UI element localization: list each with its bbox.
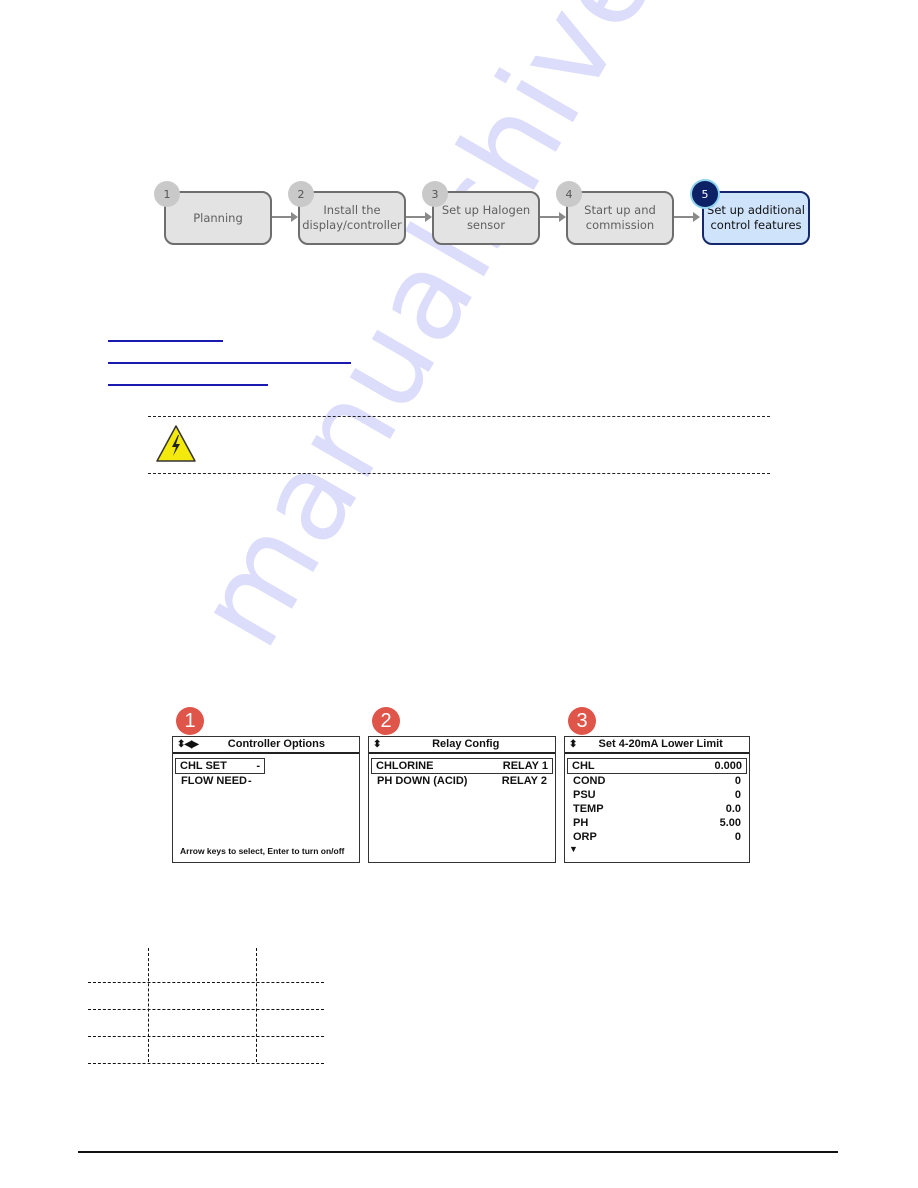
step-number: 4 [556,181,582,207]
link-1[interactable] [108,340,223,342]
electrical-hazard-icon [154,423,198,469]
screen-title: Set 4-20mA Lower Limit [598,738,723,750]
limit-row[interactable]: TEMP 0.0 [567,802,747,816]
step-label: Planning [193,210,243,225]
table-rule [88,1063,324,1064]
table-divider [256,948,257,1062]
workflow-step-commission: 4 Start up and commission [556,181,674,245]
table-rule [88,982,324,983]
step-number: 3 [422,181,448,207]
workflow-diagram: 1 Planning 2 Install the display/controll… [150,176,830,256]
table-rule [88,1009,324,1010]
step-label: sensor [466,218,506,232]
workflow-step-sensor: 3 Set up Halogen sensor [422,181,540,245]
step-label: Set up additional [707,203,805,217]
step-number: 5 [692,181,718,207]
up-down-arrows-icon: ⬍ [373,739,381,750]
arrow-icon [540,212,566,222]
relay-row[interactable]: CHLORINE RELAY 1 [371,758,553,774]
table-divider [148,948,149,1062]
step-label: Set up Halogen [441,203,531,217]
footer-rule [78,1151,838,1153]
limit-row[interactable]: COND 0 [567,774,747,788]
option-row[interactable]: FLOW NEED - [175,774,259,788]
screen-title: Relay Config [432,738,500,750]
arrow-icon [272,212,298,222]
screen-title: Controller Options [227,738,325,750]
limit-row[interactable]: CHL 0.000 [567,758,747,774]
dashed-table [88,948,324,1064]
step-label: display/controller [302,218,402,232]
arrow-icon [674,212,700,222]
screen-instructions: Arrow keys to select, Enter to turn on/o… [180,846,345,856]
step-label: commission [585,218,655,232]
step-number: 1 [154,181,180,207]
workflow-step-additional-features: 5 Set up additional control features [692,181,810,245]
table-rule [88,1036,324,1037]
callout-badge: 1 [176,707,204,735]
step-label: Install the [323,203,381,217]
limit-row[interactable]: ORP 0 [567,830,747,844]
step-label: control features [710,218,802,232]
workflow-step-install: 2 Install the display/controller [288,181,406,245]
limit-row[interactable]: PSU 0 [567,788,747,802]
step-number: 2 [288,181,314,207]
limit-row[interactable]: PH 5.00 [567,816,747,830]
up-down-arrows-icon: ⬍ [569,739,577,750]
step-label: Start up and [584,203,656,217]
scroll-down-icon: ▼ [569,844,578,854]
callout-badge: 3 [568,707,596,735]
navigation-arrows-icon: ⬍◀▶ [177,739,199,750]
callout-badge: 2 [372,707,400,735]
watermark: manualshive.com [170,0,836,670]
link-2[interactable] [108,362,351,364]
relay-row[interactable]: PH DOWN (ACID) RELAY 2 [371,774,553,788]
link-3[interactable] [108,384,268,386]
arrow-icon [406,212,432,222]
warning-box [148,416,770,474]
link-list [108,340,351,406]
option-row[interactable]: CHL SET - [175,758,265,774]
workflow-step-planning: 1 Planning [154,181,272,245]
